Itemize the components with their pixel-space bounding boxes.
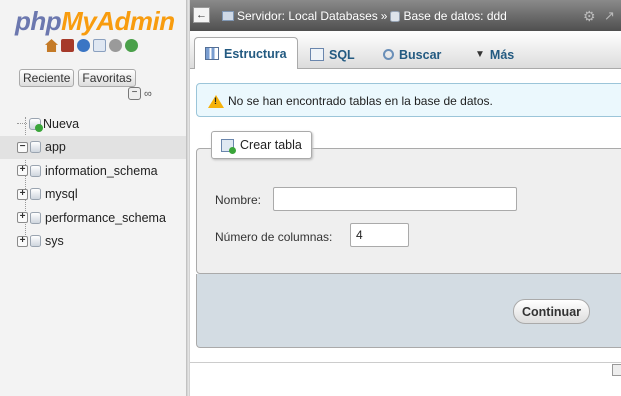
expand-icon[interactable]: + xyxy=(17,235,28,247)
tab-sql[interactable]: SQL xyxy=(300,40,365,69)
database-icon xyxy=(30,141,41,154)
server-icon xyxy=(222,11,234,21)
breadcrumb-bar: ← Servidor: Local Databases » Base de da… xyxy=(190,0,621,31)
breadcrumb: Servidor: Local Databases » Base de dato… xyxy=(222,9,507,23)
tab-favorites[interactable]: Favoritas xyxy=(78,69,136,87)
collapse-icon[interactable]: − xyxy=(17,141,28,153)
name-label: Nombre: xyxy=(215,193,262,207)
columns-label: Número de columnas: xyxy=(215,230,333,244)
expand-icon[interactable]: + xyxy=(17,188,28,200)
tree-item-label[interactable]: performance_schema xyxy=(45,211,166,225)
help-icon[interactable] xyxy=(77,39,90,52)
tree-item-performance-schema[interactable]: + performance_schema xyxy=(0,206,186,230)
expand-icon[interactable]: + xyxy=(17,165,28,177)
phpmyadmin-logo[interactable]: phpMyAdmin xyxy=(15,6,175,37)
tab-more-label: Más xyxy=(489,47,515,62)
structure-icon xyxy=(205,47,219,60)
collapse-all-button[interactable]: − xyxy=(128,87,141,100)
tab-more[interactable]: ▼ Más xyxy=(465,40,524,69)
continue-button[interactable]: Continuar xyxy=(513,299,590,324)
tree-item-label[interactable]: mysql xyxy=(45,187,78,201)
table-name-input[interactable] xyxy=(273,187,517,211)
num-columns-input[interactable] xyxy=(350,223,409,247)
expand-icon[interactable]: + xyxy=(17,212,28,224)
exit-icon[interactable] xyxy=(61,39,74,52)
create-table-legend: Crear tabla xyxy=(211,131,312,159)
breadcrumb-separator: » xyxy=(380,9,388,23)
logo-part2: MyAdmin xyxy=(61,6,175,36)
database-icon xyxy=(30,188,41,201)
database-icon xyxy=(390,10,401,22)
navigation-panel: phpMyAdmin Reciente Favoritas − ∞ Nueva … xyxy=(0,0,186,396)
gear-icon[interactable]: ⚙ xyxy=(583,8,596,25)
sql-icon xyxy=(310,48,324,61)
expand-icon[interactable]: ↗ xyxy=(604,8,615,24)
tree-connector xyxy=(17,123,27,125)
notice-message: ! No se han encontrado tablas en la base… xyxy=(196,83,621,117)
tab-sql-label: SQL xyxy=(329,47,355,62)
breadcrumb-server[interactable]: Servidor: Local Databases xyxy=(237,9,378,23)
database-icon xyxy=(30,164,41,177)
main-tabs: Estructura SQL Buscar ▼ Más xyxy=(190,31,621,69)
tree-item-label[interactable]: information_schema xyxy=(45,164,158,178)
docs-icon[interactable] xyxy=(93,39,106,52)
reload-icon[interactable] xyxy=(125,39,138,52)
database-icon xyxy=(30,235,41,248)
link-icon[interactable]: ∞ xyxy=(144,88,152,100)
create-table-icon xyxy=(221,138,236,154)
notice-text: No se han encontrado tablas en la base d… xyxy=(228,94,493,108)
nav-controls: − ∞ xyxy=(128,87,152,100)
settings-icon[interactable] xyxy=(109,39,122,52)
console-toggle[interactable] xyxy=(612,364,621,376)
tab-search-label: Buscar xyxy=(399,47,442,62)
tree-item-label[interactable]: sys xyxy=(45,234,64,248)
caret-down-icon: ▼ xyxy=(475,49,485,60)
tab-structure[interactable]: Estructura xyxy=(194,37,298,69)
tree-item-label[interactable]: app xyxy=(45,140,66,154)
database-tree: Nueva − app + information_schema + mysql… xyxy=(0,112,186,253)
tab-structure-label: Estructura xyxy=(224,46,287,61)
tree-item-mysql[interactable]: + mysql xyxy=(0,183,186,207)
tree-item-app[interactable]: − app xyxy=(0,135,186,159)
warning-mark: ! xyxy=(214,96,217,106)
tab-recent[interactable]: Reciente xyxy=(19,69,75,87)
logo-part1: php xyxy=(15,6,62,36)
tree-item-information-schema[interactable]: + information_schema xyxy=(0,159,186,183)
breadcrumb-database[interactable]: Base de datos: ddd xyxy=(403,9,506,23)
search-icon xyxy=(383,49,394,60)
nav-icon-row xyxy=(45,39,138,52)
create-table-title: Crear tabla xyxy=(240,138,302,152)
recent-favorites-tabs: Reciente Favoritas xyxy=(19,69,136,87)
tab-search[interactable]: Buscar xyxy=(373,40,451,69)
new-database-icon xyxy=(29,117,43,132)
tree-item-new[interactable]: Nueva xyxy=(0,112,186,136)
create-table-fieldset xyxy=(196,148,621,274)
tree-item-sys[interactable]: + sys xyxy=(0,230,186,254)
collapse-nav-arrow-icon[interactable]: ← xyxy=(193,7,210,23)
tree-item-label[interactable]: Nueva xyxy=(43,117,79,131)
database-icon xyxy=(30,211,41,224)
home-icon[interactable] xyxy=(45,39,58,52)
divider xyxy=(190,362,621,363)
